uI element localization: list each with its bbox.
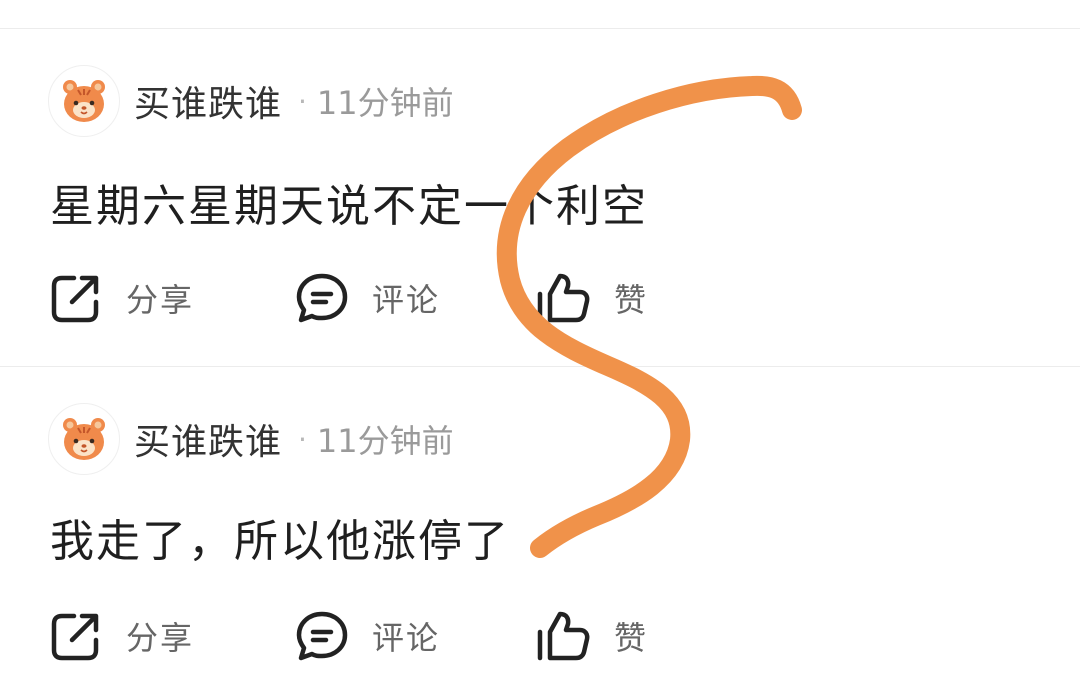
share-icon [51, 275, 99, 323]
author-name[interactable]: 买谁跌谁 [134, 413, 282, 465]
post-actions: 分享 评论 赞 [48, 606, 1048, 666]
tiger-avatar-icon [63, 418, 105, 460]
like-icon [537, 273, 590, 323]
comment-label: 评论 [372, 619, 441, 657]
post-divider [0, 366, 1080, 367]
share-label: 分享 [126, 619, 195, 657]
share-icon [51, 613, 99, 661]
tiger-avatar-icon [63, 80, 105, 122]
like-icon [537, 611, 590, 661]
author-name[interactable]: 买谁跌谁 [134, 75, 282, 127]
post-content[interactable]: 我走了，所以他涨停了 [50, 505, 510, 569]
top-divider [0, 28, 1080, 29]
post-header: 买谁跌谁 · 11分钟前 [48, 403, 454, 475]
post-content[interactable]: 星期六星期天说不定一个利空 [50, 170, 648, 234]
share-button[interactable]: 分享 [48, 606, 194, 666]
like-label: 赞 [614, 619, 649, 657]
like-button[interactable]: 赞 [536, 606, 648, 666]
post-actions: 分享 评论 赞 [48, 268, 1048, 328]
comment-icon [296, 273, 348, 323]
meta-separator: · [298, 84, 307, 118]
share-label: 分享 [126, 281, 195, 319]
comment-label: 评论 [372, 281, 441, 319]
like-button[interactable]: 赞 [536, 268, 648, 328]
like-label: 赞 [614, 281, 649, 319]
avatar[interactable] [48, 65, 120, 137]
comment-icon [296, 611, 348, 661]
comment-button[interactable]: 评论 [294, 268, 440, 328]
comment-button[interactable]: 评论 [294, 606, 440, 666]
post-header: 买谁跌谁 · 11分钟前 [48, 65, 454, 137]
share-button[interactable]: 分享 [48, 268, 194, 328]
meta-separator: · [298, 422, 307, 456]
post-time: 11分钟前 [316, 84, 454, 122]
post-time: 11分钟前 [316, 422, 454, 460]
avatar[interactable] [48, 403, 120, 475]
